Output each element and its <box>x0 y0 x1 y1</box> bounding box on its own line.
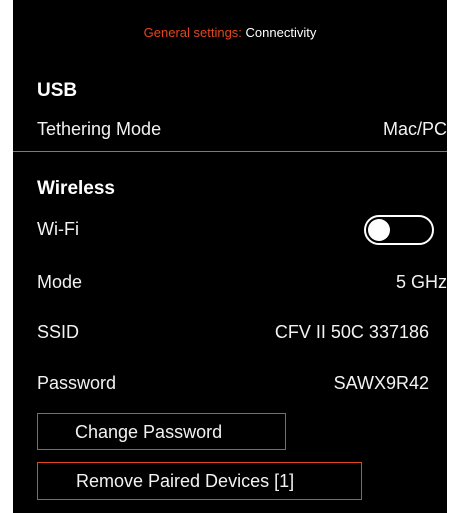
wifi-label: Wi-Fi <box>37 219 79 239</box>
wifi-toggle[interactable] <box>364 215 434 245</box>
tethering-mode-label: Tethering Mode <box>37 119 162 139</box>
password-label: Password <box>37 373 117 393</box>
mode-value: 5 GHz <box>395 272 447 292</box>
breadcrumb: General settings: <box>143 25 242 40</box>
connectivity-screen: General settings: Connectivity USB Tethe… <box>13 0 447 513</box>
page-title: Connectivity <box>245 25 317 40</box>
ssid-value: CFV II 50C 337186 <box>274 322 429 342</box>
toggle-knob <box>368 219 390 241</box>
wireless-section-title: Wireless <box>37 178 115 199</box>
change-password-label: Change Password <box>75 422 223 442</box>
change-password-button[interactable]: Change Password <box>37 413 286 450</box>
tethering-mode-value: Mac/PC <box>382 119 447 139</box>
password-value: SAWX9R42 <box>333 373 429 393</box>
section-divider <box>13 151 447 152</box>
page-header: General settings: Connectivity <box>13 25 447 40</box>
usb-section-title: USB <box>37 80 78 101</box>
remove-paired-devices-label: Remove Paired Devices [1] <box>76 471 295 491</box>
mode-label: Mode <box>37 272 83 292</box>
remove-paired-devices-button[interactable]: Remove Paired Devices [1] <box>37 462 362 500</box>
ssid-label: SSID <box>37 322 80 342</box>
